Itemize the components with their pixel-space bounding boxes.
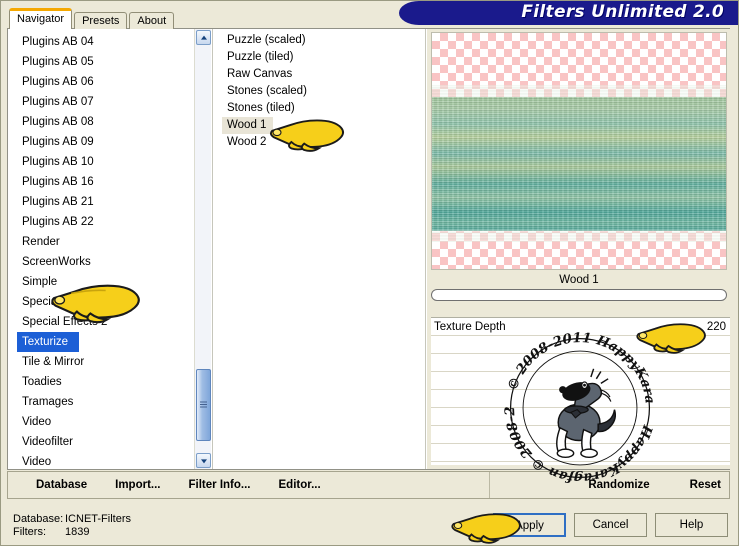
category-item[interactable]: Tramages (8, 392, 196, 412)
randomize-button[interactable]: Randomize (588, 479, 649, 491)
scroll-down-icon[interactable] (196, 453, 211, 468)
category-scrollbar[interactable] (194, 29, 211, 469)
tab-about[interactable]: About (129, 12, 175, 29)
category-item[interactable]: Video (8, 452, 196, 469)
category-item[interactable]: Plugins AB 05 (8, 52, 196, 72)
category-item[interactable]: Plugins AB 10 (8, 152, 196, 172)
command-bar-right: Randomize Reset (490, 472, 729, 498)
parameter-row[interactable] (431, 408, 730, 426)
cancel-button[interactable]: Cancel (574, 513, 647, 537)
category-item[interactable]: Plugins AB 21 (8, 192, 196, 212)
filter-item[interactable]: Stones (tiled) (213, 100, 425, 117)
filter-item[interactable]: Raw Canvas (213, 66, 425, 83)
filter-list-pane: Puzzle (scaled) Puzzle (tiled) Raw Canva… (212, 29, 426, 469)
category-list-pane: Plugins AB 04 Plugins AB 05 Plugins AB 0… (8, 29, 211, 469)
wood-edge-fade-top (432, 85, 726, 97)
filter-item[interactable]: Puzzle (tiled) (213, 49, 425, 66)
category-item[interactable]: Plugins AB 07 (8, 92, 196, 112)
tab-presets[interactable]: Presets (74, 12, 128, 29)
command-bar-left: Database Import... Filter Info... Editor… (8, 472, 489, 498)
filter-info-button[interactable]: Filter Info... (189, 479, 251, 491)
parameter-row[interactable]: Texture Depth 220 (431, 318, 730, 336)
category-item[interactable]: ScreenWorks (8, 252, 196, 272)
import-button[interactable]: Import... (115, 479, 160, 491)
status-bar: Database: ICNET-Filters Filters: 1839 (13, 513, 131, 539)
category-item[interactable]: Plugins AB 08 (8, 112, 196, 132)
status-database-key: Database: (13, 513, 64, 525)
wood-texture-band (432, 97, 726, 231)
filter-item[interactable]: Stones (scaled) (213, 83, 425, 100)
parameter-row[interactable] (431, 372, 730, 390)
preview-caption: Wood 1 (431, 272, 727, 288)
category-item[interactable]: Video (8, 412, 196, 432)
category-item[interactable]: Plugins AB 04 (8, 32, 196, 52)
category-item[interactable]: Videofilter (8, 432, 196, 452)
status-filters-value: 1839 (65, 526, 90, 538)
editor-button[interactable]: Editor... (279, 479, 321, 491)
status-filters-key: Filters: (13, 526, 46, 538)
database-button[interactable]: Database (36, 479, 87, 491)
category-item[interactable]: Toadies (8, 372, 196, 392)
dialog-button-row: Apply Cancel Help (485, 513, 728, 537)
client-area: Plugins AB 04 Plugins AB 05 Plugins AB 0… (7, 28, 731, 470)
filter-list[interactable]: Puzzle (scaled) Puzzle (tiled) Raw Canva… (213, 32, 425, 151)
command-bar: Database Import... Filter Info... Editor… (7, 471, 730, 499)
title-banner: Filters Unlimited 2.0 (399, 1, 738, 25)
preview-image[interactable] (431, 32, 727, 270)
category-item[interactable]: Simple (8, 272, 196, 292)
filter-item-selected[interactable]: Wood 1 (222, 117, 273, 134)
category-item[interactable]: Plugins AB 22 (8, 212, 196, 232)
parameter-label: Texture Depth (434, 321, 506, 333)
category-list[interactable]: Plugins AB 04 Plugins AB 05 Plugins AB 0… (8, 32, 196, 469)
parameter-row[interactable] (431, 336, 730, 354)
preview-progress-bar[interactable] (431, 289, 727, 301)
parameter-value: 220 (706, 321, 726, 333)
category-item[interactable]: Plugins AB 16 (8, 172, 196, 192)
app-title: Filters Unlimited 2.0 (521, 2, 724, 22)
status-database-value: ICNET-Filters (65, 513, 131, 525)
parameter-row[interactable] (431, 444, 730, 462)
parameter-row[interactable] (431, 426, 730, 444)
category-item[interactable]: Special Effects 1 (8, 292, 196, 312)
filter-item[interactable]: Puzzle (scaled) (213, 32, 425, 49)
category-item[interactable]: Plugins AB 09 (8, 132, 196, 152)
reset-button[interactable]: Reset (690, 479, 721, 491)
apply-button[interactable]: Apply (493, 513, 566, 537)
tab-strip: Navigator Presets About (9, 8, 176, 29)
category-item[interactable]: Special Effects 2 (8, 312, 196, 332)
parameter-table: Texture Depth 220 (431, 317, 730, 465)
scroll-up-icon[interactable] (196, 30, 211, 45)
category-item[interactable]: Plugins AB 06 (8, 72, 196, 92)
category-item[interactable]: Tile & Mirror (8, 352, 196, 372)
parameter-row[interactable] (431, 390, 730, 408)
tab-navigator[interactable]: Navigator (9, 8, 73, 29)
category-item[interactable]: Render (8, 232, 196, 252)
preview-pane: Wood 1 Texture Depth 220 (427, 29, 731, 469)
filters-unlimited-window: Filters Unlimited 2.0 Navigator Presets … (0, 0, 739, 546)
filter-item[interactable]: Wood 2 (213, 134, 425, 151)
help-button[interactable]: Help (655, 513, 728, 537)
parameter-row[interactable] (431, 354, 730, 372)
wood-edge-fade-bottom (432, 230, 726, 242)
scrollbar-thumb[interactable] (196, 369, 211, 441)
category-item-selected[interactable]: Texturize (17, 332, 79, 352)
